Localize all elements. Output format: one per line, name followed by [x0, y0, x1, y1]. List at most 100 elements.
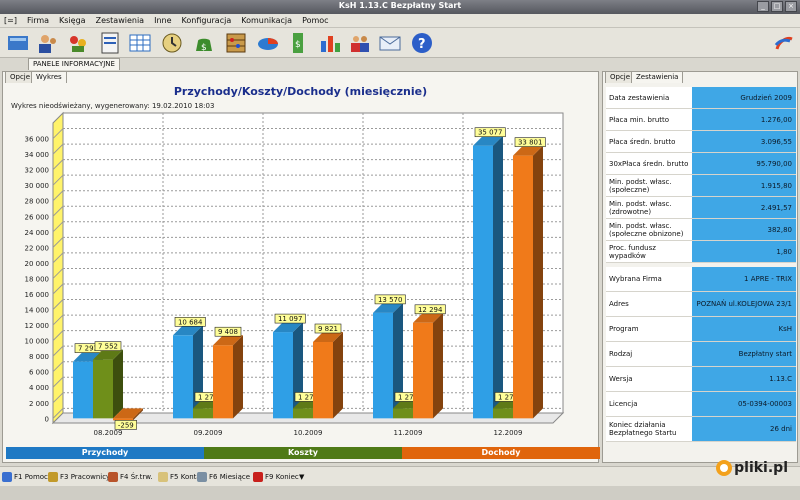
y-tick-label: 28 000	[25, 198, 50, 206]
info-top-row: Min. podst. własc. (społeczne obnizone) 3…	[606, 219, 796, 241]
bar-chart: 0 2 000 4 000 6 000 8 000 10 000 12 000 14 000 1…	[25, 111, 565, 437]
bar-front	[193, 408, 213, 419]
banknote-icon[interactable]: $	[286, 31, 310, 55]
info-top-label: Min. podst. własc. (społeczne obnizone)	[606, 219, 692, 240]
status-button-4[interactable]: F6 Miesiące	[197, 470, 250, 484]
ledger-icon[interactable]	[6, 31, 30, 55]
calculator-icon[interactable]	[160, 31, 184, 55]
status-button-icon	[108, 472, 118, 482]
data-label: 11 097	[278, 315, 303, 323]
status-button-1[interactable]: F3 Pracownicy	[48, 470, 110, 484]
document-icon[interactable]	[98, 31, 122, 55]
menu-konfiguracja[interactable]: Konfiguracja	[182, 16, 232, 25]
panel-tabs: PANELE INFORMACYJNE	[0, 58, 800, 70]
help-icon[interactable]: ?	[410, 31, 434, 55]
info-bottom-value: 1 APRE - TRIX	[692, 267, 796, 291]
status-button-5[interactable]: F9 Koniec	[253, 470, 299, 484]
tab-zestawienia[interactable]: Zestawienia	[631, 71, 684, 83]
bar-front	[513, 155, 533, 419]
info-bottom-label: Adres	[606, 292, 692, 316]
info-top-label: Min. podst. własc. (zdrowotne)	[606, 197, 692, 218]
info-bottom-row: Koniec działania Bezpłatnego Startu 26 dn…	[606, 417, 796, 442]
pie-icon[interactable]	[256, 31, 280, 55]
info-bottom-value: 05-0394-00003	[692, 392, 796, 416]
svg-text:$: $	[201, 43, 207, 53]
data-label: 7 552	[98, 343, 118, 351]
info-bottom-label: Wersja	[606, 367, 692, 391]
info-bottom-row: Wersja 1.13.C	[606, 367, 796, 392]
info-top-row: Min. podst. własc. (społeczne) 1.915,80	[606, 175, 796, 197]
menu-ksiega[interactable]: Księga	[59, 16, 86, 25]
info-top-value: 95.790,00	[692, 153, 796, 174]
status-button-0[interactable]: F1 Pomoc	[2, 470, 48, 484]
y-tick-label: 36 000	[25, 136, 50, 144]
close-button[interactable]: ×	[785, 1, 797, 12]
title-bar: KsH 1.13.C Bezpłatny Start _ □ ×	[0, 0, 800, 14]
info-top-row: Min. podst. własc. (zdrowotne) 2.491,57	[606, 197, 796, 219]
bar-front	[213, 345, 233, 419]
info-top-value: 3.096,55	[692, 131, 796, 152]
tab-panele-informacyjne[interactable]: PANELE INFORMACYJNE	[28, 58, 120, 70]
bar-side	[333, 332, 343, 419]
bar-front	[293, 408, 313, 419]
menu-firma[interactable]: Firma	[27, 16, 49, 25]
info-bottom-value: 26 dni	[692, 417, 796, 441]
info-top-label: Płaca min. brutto	[606, 109, 692, 130]
minimize-button[interactable]: _	[757, 1, 769, 12]
menu-bar: [=] Firma Księga Zestawienia Inne Konfig…	[0, 14, 800, 28]
info-bottom-row: Wybrana Firma 1 APRE - TRIX	[606, 267, 796, 292]
y-tick-label: 6 000	[29, 369, 49, 377]
flowers-icon[interactable]	[66, 31, 90, 55]
y-tick-label: 12 000	[25, 322, 50, 330]
status-button-6[interactable]: ▼	[299, 470, 304, 484]
abacus-icon[interactable]	[224, 31, 248, 55]
bar-chart-icon[interactable]	[318, 31, 342, 55]
legend-dochody: Dochody	[402, 447, 600, 459]
info-bottom-label: Program	[606, 317, 692, 341]
y-tick-label: 30 000	[25, 182, 50, 190]
status-button-label: F6 Miesiące	[209, 473, 251, 481]
menu-pomoc[interactable]: Pomoc	[302, 16, 329, 25]
y-tick-label: 10 000	[25, 338, 50, 346]
info-bottom-label: Koniec działania Bezpłatnego Startu	[606, 417, 692, 441]
x-tick-label: 09.2009	[194, 429, 223, 437]
status-button-icon	[197, 472, 207, 482]
menu-komunikacja[interactable]: Komunikacja	[241, 16, 292, 25]
status-button-2[interactable]: F4 Śr.trw.	[108, 470, 153, 484]
status-button-label: F4 Śr.trw.	[120, 473, 153, 481]
y-tick-label: 32 000	[25, 167, 50, 175]
data-label: 10 684	[178, 318, 203, 326]
people-icon[interactable]	[348, 31, 372, 55]
status-button-icon	[253, 472, 263, 482]
window-title: KsH 1.13.C Bezpłatny Start	[338, 1, 462, 10]
bar-front	[173, 335, 193, 419]
table-icon[interactable]	[128, 31, 152, 55]
menu-inne[interactable]: Inne	[154, 16, 171, 25]
svg-text:$: $	[295, 40, 301, 50]
info-bottom-value: KsH	[692, 317, 796, 341]
tab-wykres[interactable]: Wykres	[31, 71, 67, 83]
maximize-button[interactable]: □	[771, 1, 783, 12]
bar-side	[433, 312, 443, 419]
menu-zestawienia[interactable]: Zestawienia	[96, 16, 145, 25]
info-top-label: Min. podst. własc. (społeczne)	[606, 175, 692, 196]
info-top-row: Proc. fundusz wypadków 1,80	[606, 241, 796, 263]
y-tick-label: 26 000	[25, 213, 50, 221]
y-tick-label: 2 000	[29, 400, 49, 408]
legend-przychody: Przychody	[6, 447, 204, 459]
info-bottom-value: 1.13.C	[692, 367, 796, 391]
chart-title: Przychody/Koszty/Dochody (miesięcznie)	[173, 85, 428, 98]
users-icon[interactable]	[36, 31, 60, 55]
legend-koszty: Koszty	[204, 447, 402, 459]
menu-system[interactable]: [=]	[4, 16, 17, 25]
info-top-value: 1.276,00	[692, 109, 796, 130]
money-bag-icon[interactable]: $	[192, 31, 216, 55]
status-button-3[interactable]: F5 Konta	[158, 470, 201, 484]
info-top-label: 30xPłaca średn. brutto	[606, 153, 692, 174]
y-tick-label: 34 000	[25, 151, 50, 159]
envelope-icon[interactable]	[378, 31, 402, 55]
bar-side	[113, 349, 123, 419]
y-tick-label: 22 000	[25, 244, 50, 252]
chart-panel: Opcje Wykres Przychody/Koszty/Dochody (m…	[2, 71, 600, 463]
info-bottom-label: Licencja	[606, 392, 692, 416]
